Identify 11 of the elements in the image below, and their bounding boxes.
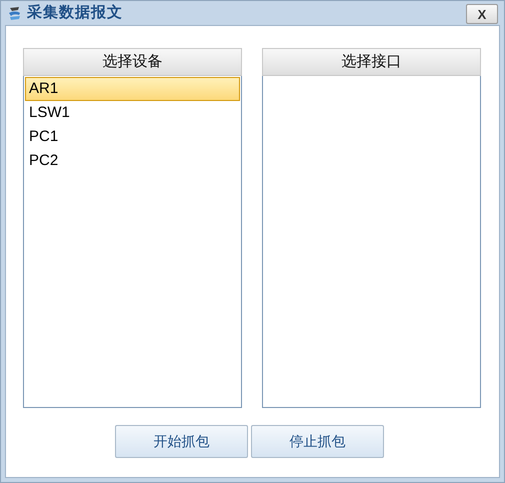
app-logo-icon	[7, 5, 23, 21]
device-list-item[interactable]: PC2	[25, 149, 240, 173]
capture-button[interactable]: 停止抓包	[251, 425, 384, 458]
column-header: 选择接口	[262, 48, 481, 76]
window-title: 采集数据报文	[27, 2, 123, 23]
capture-button[interactable]: 开始抓包	[115, 425, 248, 458]
device-list-item[interactable]: PC1	[25, 125, 240, 149]
device-list-item[interactable]: LSW1	[25, 101, 240, 125]
close-button[interactable]: X	[466, 4, 498, 24]
column-header: 选择设备	[23, 48, 242, 76]
device-list-item[interactable]: AR1	[25, 77, 240, 101]
